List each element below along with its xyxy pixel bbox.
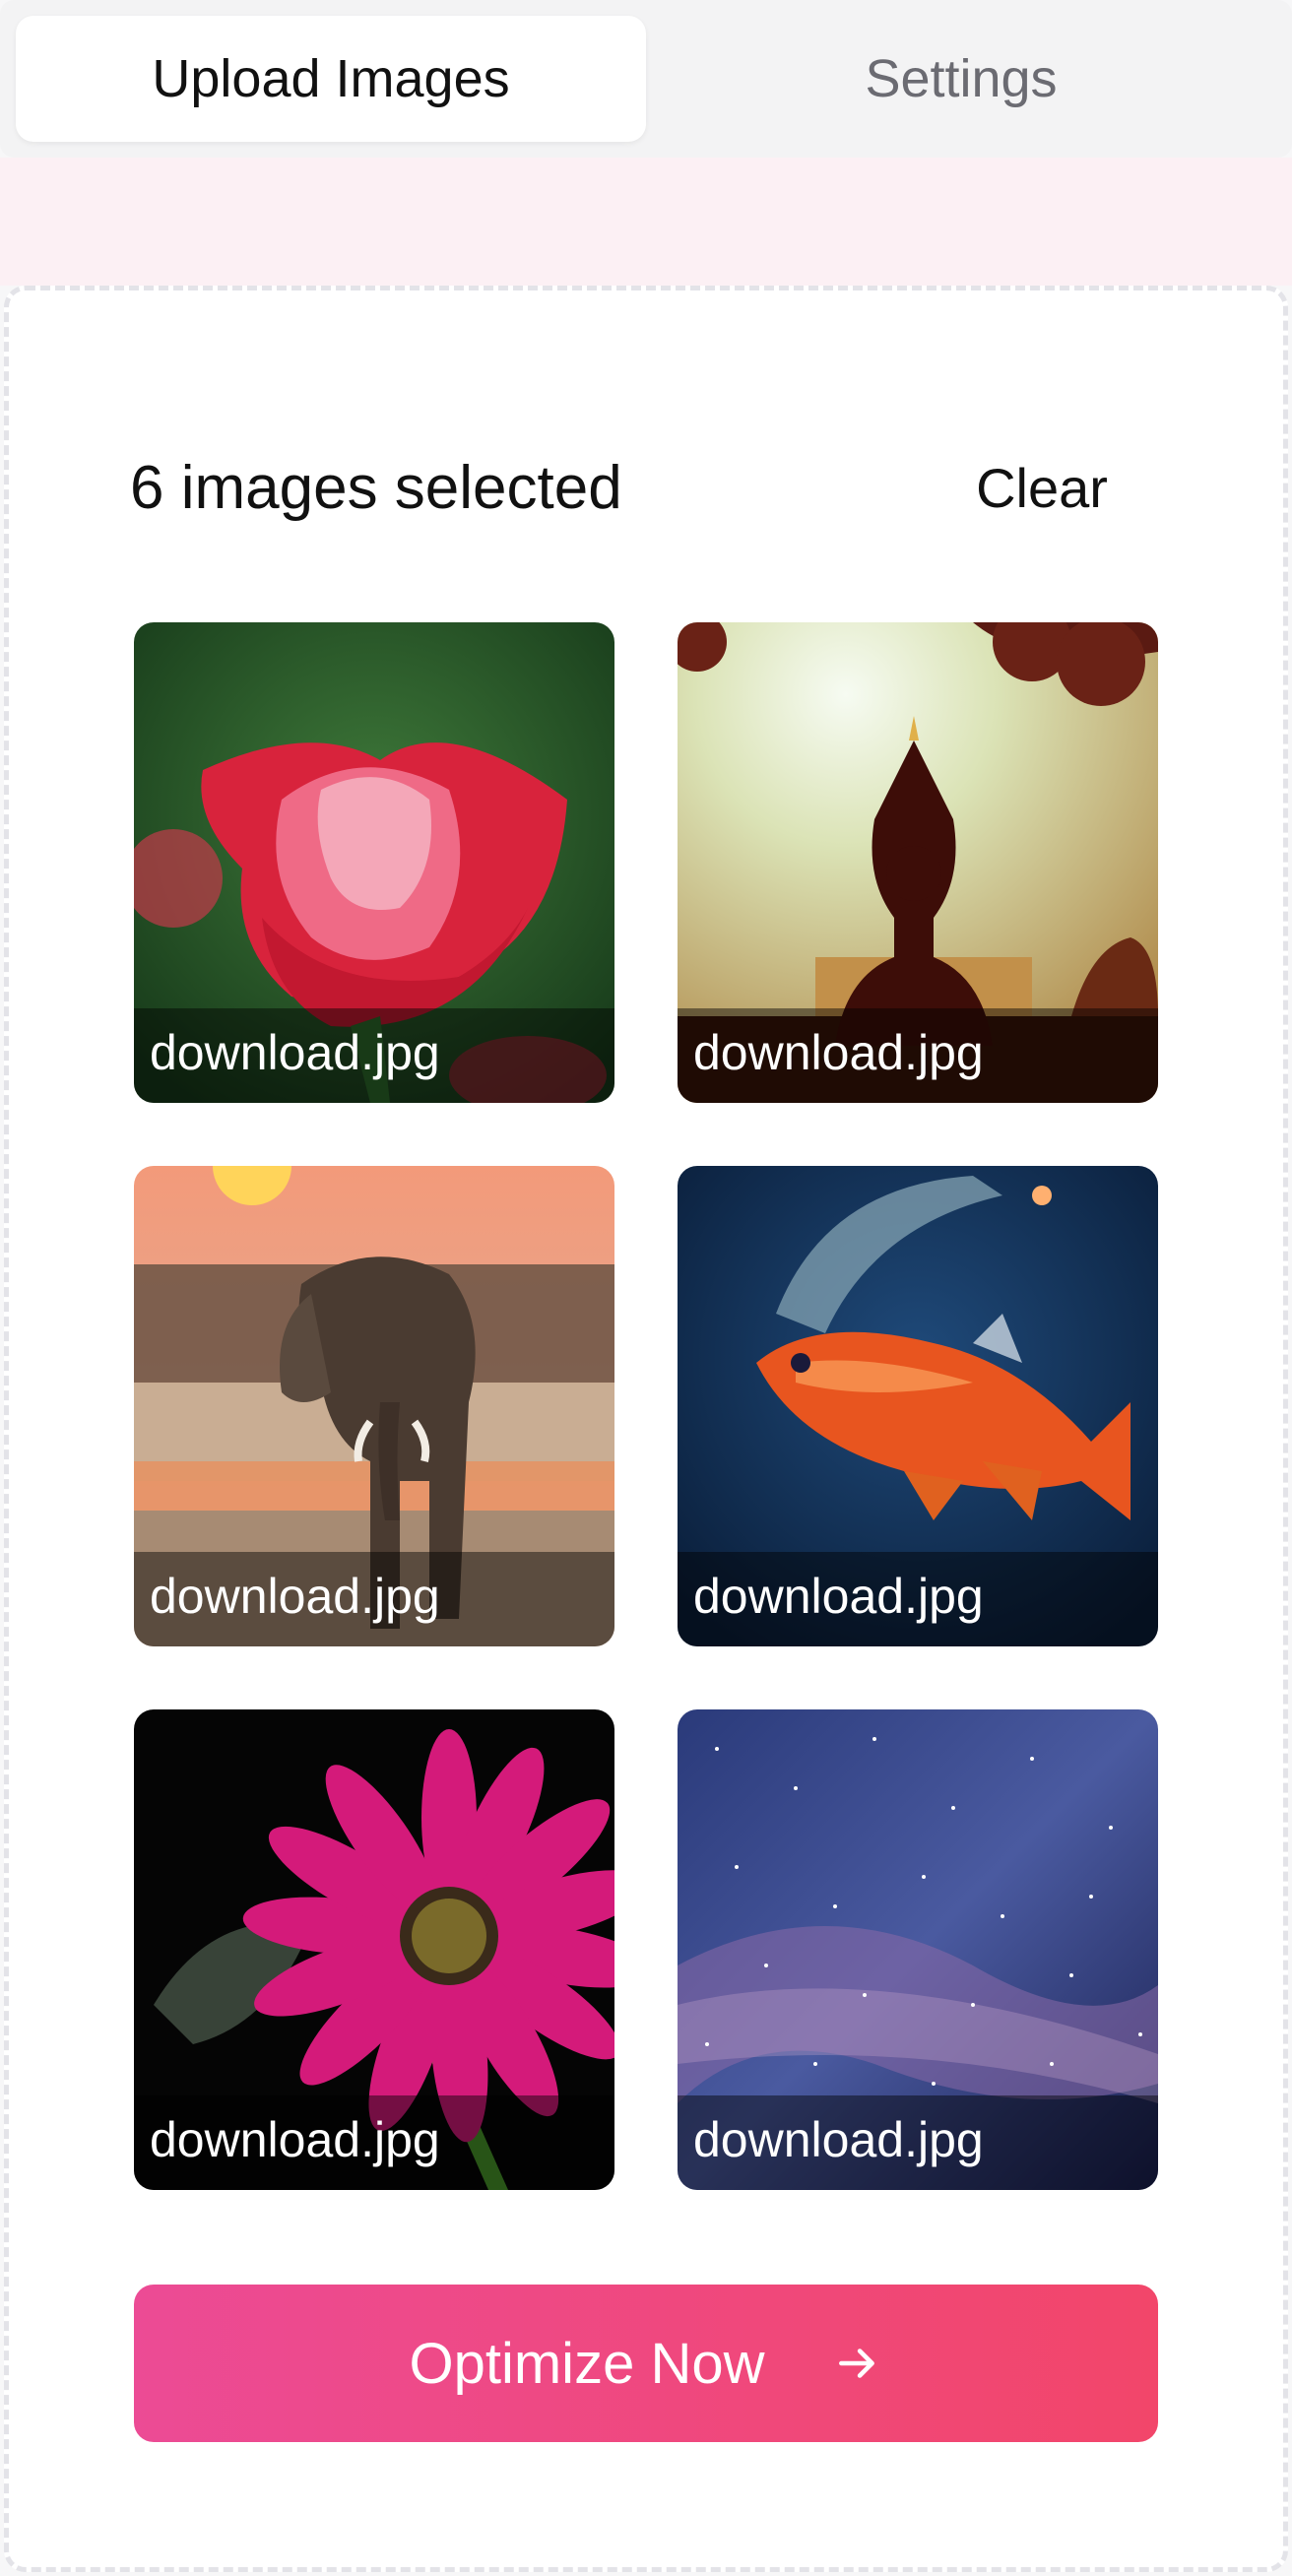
image-filename: download.jpg <box>693 2112 984 2167</box>
image-filename: download.jpg <box>150 1569 440 1624</box>
image-filename: download.jpg <box>150 1025 440 1080</box>
image-filename: download.jpg <box>693 1569 984 1624</box>
optimize-now-label: Optimize Now <box>409 2331 765 2396</box>
image-thumbnail[interactable]: download.jpg <box>134 1166 614 1646</box>
arrow-right-icon <box>839 2349 875 2378</box>
image-thumbnail[interactable]: download.jpg <box>678 622 1158 1103</box>
tab-upload-images[interactable]: Upload Images <box>16 16 646 142</box>
optimize-now-button[interactable]: Optimize Now <box>134 2285 1158 2442</box>
tab-settings[interactable]: Settings <box>646 16 1276 142</box>
clear-button[interactable]: Clear <box>955 448 1129 527</box>
image-optimizer-page: Upload Images Settings 6 images selected… <box>0 0 1292 2576</box>
image-thumbnail[interactable]: download.jpg <box>134 1709 614 2190</box>
image-filename: download.jpg <box>150 2112 440 2167</box>
image-filename: download.jpg <box>693 1025 984 1080</box>
image-thumbnail[interactable]: download.jpg <box>134 622 614 1103</box>
image-thumbnail[interactable]: download.jpg <box>678 1709 1158 2190</box>
image-thumbnail[interactable]: download.jpg <box>678 1166 1158 1646</box>
tab-bar: Upload Images Settings <box>0 0 1292 158</box>
selected-count-label: 6 images selected <box>130 454 622 522</box>
background-strip <box>0 158 1292 286</box>
